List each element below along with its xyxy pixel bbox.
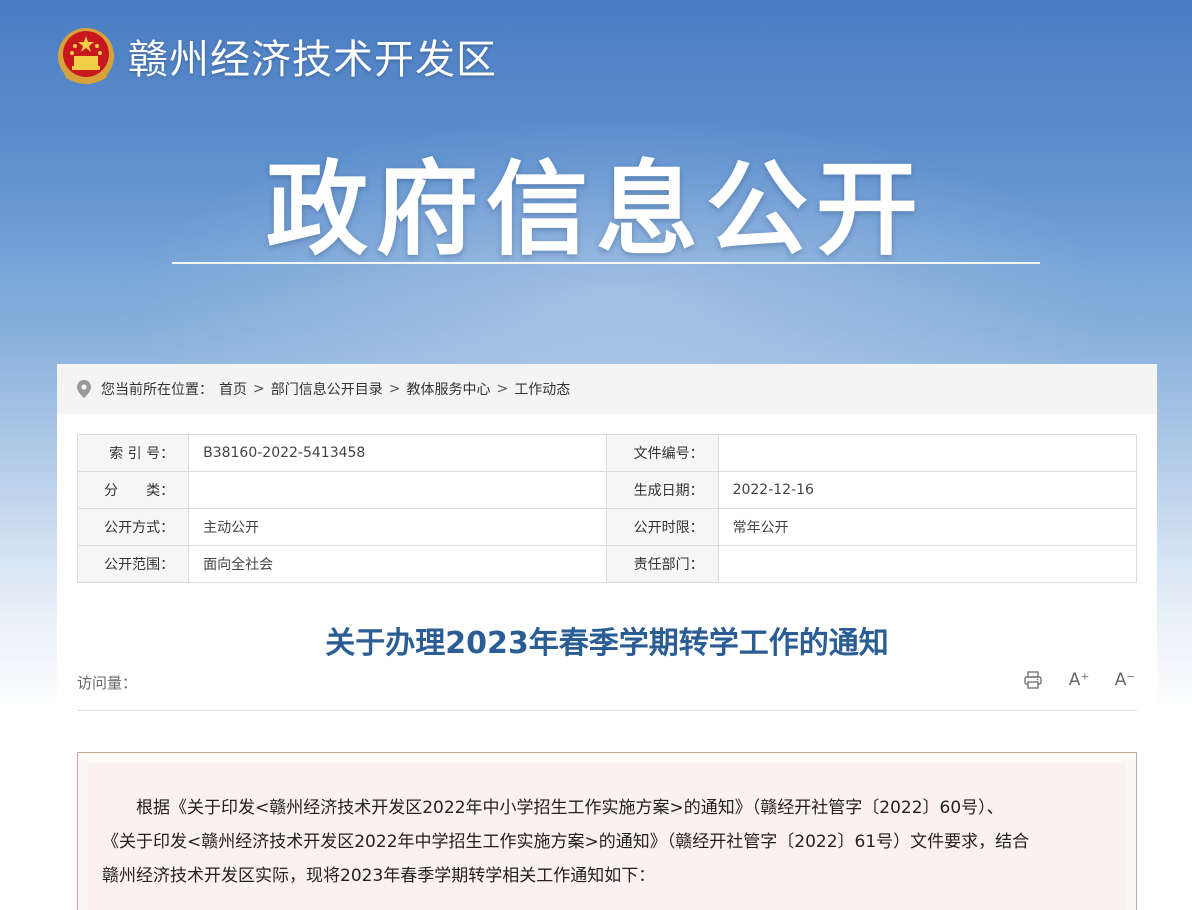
disclosure-scope-value: 面向全社会 [188, 545, 608, 583]
site-header[interactable]: 赣州经济技术开发区 [56, 24, 497, 88]
document-number-label: 文件编号： [606, 434, 719, 472]
title-divider [77, 710, 1137, 711]
breadcrumb: 您当前所在位置： 首页 > 部门信息公开目录 > 教体服务中心 > 工作动态 [57, 364, 1157, 414]
table-row: 索 引 号： B38160-2022-5413458 文件编号： [76, 434, 1138, 472]
breadcrumb-separator: > [496, 381, 509, 397]
article-line: 赣州经济技术开发区实际，现将2023年春季学期转学相关工作通知如下： [102, 866, 656, 886]
site-title[interactable]: 赣州经济技术开发区 [128, 27, 497, 85]
breadcrumb-home[interactable]: 首页 [219, 379, 247, 399]
article-text: 根据《关于印发<赣州经济技术开发区2022年中小学招生工作实施方案>的通知》（赣… [88, 763, 1126, 910]
printer-icon[interactable] [1021, 668, 1045, 692]
disclosure-period-label: 公开时限： [606, 508, 719, 546]
disclosure-method-value: 主动公开 [188, 508, 608, 546]
generated-date-label: 生成日期： [606, 471, 719, 509]
article-body: 根据《关于印发<赣州经济技术开发区2022年中小学招生工作实施方案>的通知》（赣… [77, 752, 1137, 910]
font-decrease-icon[interactable]: A⁻ [1113, 668, 1137, 692]
index-number-label: 索 引 号： [76, 434, 190, 472]
banner-title: 政府信息公开 [266, 151, 926, 270]
responsible-department-value [717, 545, 1138, 583]
generated-date-value: 2022-12-16 [717, 471, 1138, 509]
national-emblem-icon [56, 26, 116, 86]
disclosure-method-label: 公开方式： [76, 508, 190, 546]
metadata-table: 索 引 号： B38160-2022-5413458 文件编号： 分 类： 生成… [76, 434, 1138, 583]
article-line: 《关于印发<赣州经济技术开发区2022年中学招生工作实施方案>的通知》（赣经开社… [102, 832, 1030, 852]
breadcrumb-separator: > [253, 381, 265, 397]
breadcrumb-catalog[interactable]: 部门信息公开目录 [271, 379, 383, 399]
breadcrumb-current[interactable]: 工作动态 [514, 379, 570, 399]
banner-divider [172, 262, 1040, 264]
table-row: 公开范围： 面向全社会 责任部门： [76, 545, 1138, 583]
article-tools: A⁺ A⁻ [1021, 668, 1137, 692]
index-number-value: B38160-2022-5413458 [188, 434, 608, 472]
table-row: 分 类： 生成日期： 2022-12-16 [76, 471, 1138, 509]
article-title: 关于办理2023年春季学期转学工作的通知 [325, 626, 889, 661]
location-pin-icon [77, 380, 91, 398]
category-value [188, 471, 608, 509]
visit-count-label: 访问量： [77, 674, 138, 692]
breadcrumb-prefix: 您当前所在位置： [101, 382, 213, 398]
document-number-value [717, 434, 1138, 472]
main-content: 您当前所在位置： 首页 > 部门信息公开目录 > 教体服务中心 > 工作动态 索… [57, 364, 1157, 910]
disclosure-scope-label: 公开范围： [76, 545, 190, 583]
breadcrumb-department[interactable]: 教体服务中心 [406, 379, 490, 399]
table-row: 公开方式： 主动公开 公开时限： 常年公开 [76, 508, 1138, 546]
responsible-department-label: 责任部门： [606, 545, 719, 583]
breadcrumb-separator: > [388, 381, 401, 397]
disclosure-period-value: 常年公开 [717, 508, 1138, 546]
category-label: 分 类： [76, 471, 190, 509]
font-increase-icon[interactable]: A⁺ [1067, 668, 1091, 692]
article-line: 根据《关于印发<赣州经济技术开发区2022年中小学招生工作实施方案>的通知》（赣… [102, 798, 1004, 818]
